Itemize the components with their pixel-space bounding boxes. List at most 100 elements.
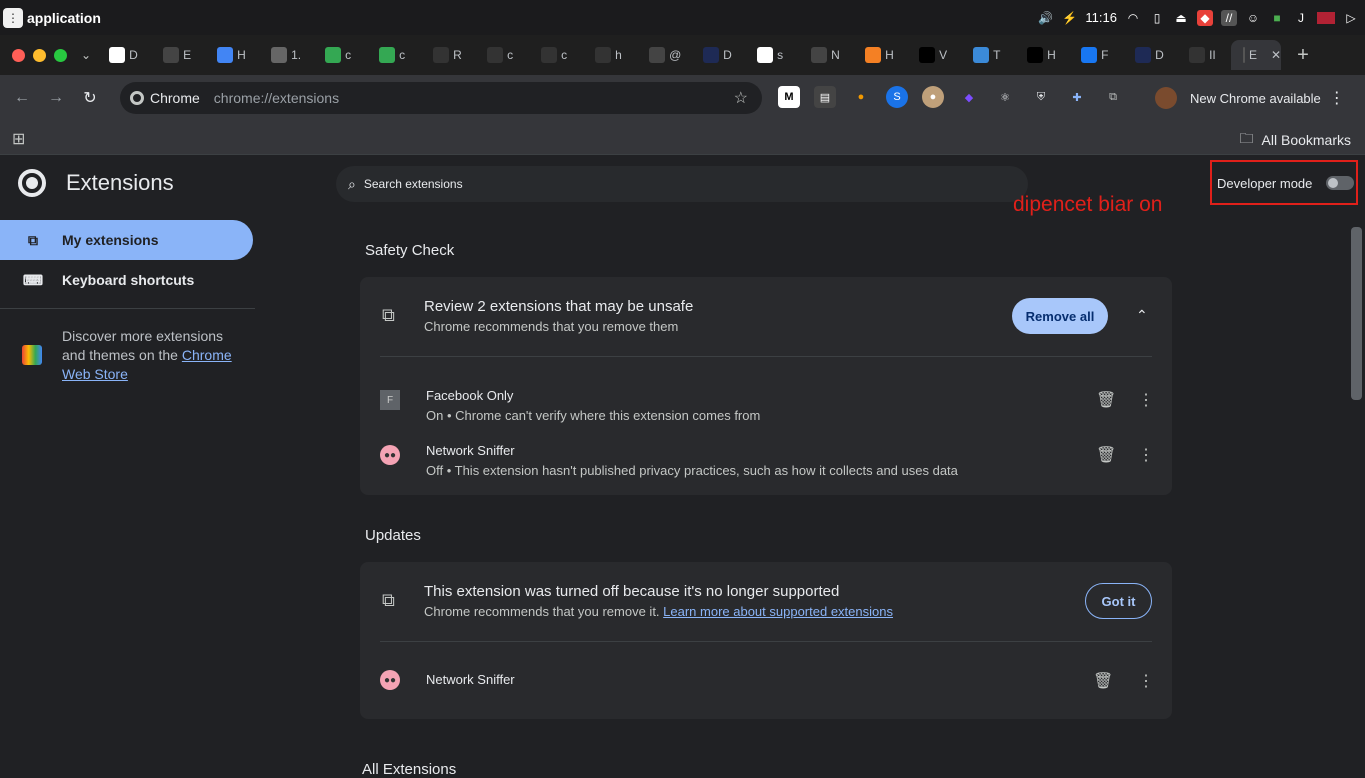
react-extension-icon[interactable]: ⚛	[994, 86, 1016, 108]
bookmark-star-icon[interactable]: ☆	[734, 88, 748, 108]
more-options-icon[interactable]: ⋮	[1138, 390, 1154, 410]
remove-all-button[interactable]: Remove all	[1012, 298, 1108, 334]
tab-6[interactable]: R	[421, 40, 475, 70]
sidebar-item-my-extensions[interactable]: ⧉ My extensions	[0, 220, 253, 260]
chrome-icon	[379, 47, 396, 63]
close-tab-icon[interactable]: ✕	[1271, 48, 1281, 62]
trash-icon[interactable]: 🗑	[1096, 390, 1116, 410]
shield-extension-icon[interactable]: ⛨	[1030, 86, 1052, 108]
puzzle-icon: ⧉	[382, 590, 395, 610]
scrollbar[interactable]	[1351, 227, 1362, 400]
app-tray-icon[interactable]: //	[1221, 9, 1237, 26]
tab-3[interactable]: 1.	[259, 40, 313, 70]
webstore-icon	[22, 345, 42, 365]
power-icon[interactable]: ▷	[1343, 10, 1359, 26]
r-icon	[109, 47, 126, 63]
tab-13[interactable]: N	[799, 40, 853, 70]
tray-hook-icon[interactable]: J	[1293, 10, 1309, 26]
tab-7[interactable]: c	[475, 40, 529, 70]
purple-extension-icon[interactable]: ◆	[958, 86, 980, 108]
app-launcher-icon[interactable]: ⋮	[3, 7, 23, 28]
copy-extension-icon[interactable]: ▤	[814, 86, 836, 108]
more-options-icon[interactable]: ⋮	[1138, 671, 1154, 691]
search-extensions-input[interactable]: ⌕ Search extensions	[336, 166, 1028, 202]
apps-grid-icon[interactable]: ⊞	[12, 129, 25, 149]
tab-4[interactable]: c	[313, 40, 367, 70]
medium-extension-icon[interactable]: M	[778, 86, 800, 108]
tab-2[interactable]: H	[205, 40, 259, 70]
app-name: application	[27, 9, 101, 26]
clock[interactable]: 11:16	[1085, 10, 1117, 25]
forward-button[interactable]: →	[44, 86, 68, 110]
discord-icon[interactable]: ☺	[1245, 10, 1261, 26]
chrome-icon	[130, 91, 144, 105]
puzzle-extension-icon[interactable]: ✚	[1066, 86, 1088, 108]
new-tab-button[interactable]: +	[1297, 44, 1309, 67]
tab-8[interactable]: c	[529, 40, 583, 70]
eject-icon[interactable]: ⏏	[1173, 10, 1189, 26]
globe-icon	[271, 47, 288, 63]
tab-label: T	[993, 48, 1001, 62]
kebab-menu-icon[interactable]: ⋮	[1329, 88, 1345, 108]
extension-f-icon: F	[380, 390, 400, 410]
tab-search-icon[interactable]: ⌄	[81, 48, 91, 62]
sidebar-item-keyboard-shortcuts[interactable]: ⌨ Keyboard shortcuts	[0, 260, 253, 300]
clipboard-icon[interactable]: ▯	[1149, 10, 1165, 26]
tab-18[interactable]: F	[1069, 40, 1123, 70]
extension-name: Network Sniffer	[426, 672, 515, 687]
learn-more-link[interactable]: Learn more about supported extensions	[663, 604, 893, 619]
tray-box-icon[interactable]: ■	[1269, 10, 1285, 26]
trash-icon[interactable]: 🗑	[1093, 671, 1113, 691]
tab-21[interactable]: E ✕	[1231, 40, 1282, 70]
safety-card-title: Review 2 extensions that may be unsafe	[424, 298, 694, 315]
developer-mode-toggle[interactable]	[1326, 176, 1354, 190]
developer-mode-label: Developer mode	[1217, 176, 1313, 191]
anydesk-icon[interactable]: ◆	[1197, 9, 1213, 26]
tab-label: s	[777, 48, 784, 62]
minimize-window-button[interactable]	[33, 48, 46, 62]
url-text[interactable]: chrome://extensions	[214, 90, 339, 106]
tab-10[interactable]: @	[637, 40, 691, 70]
close-window-button[interactable]	[12, 48, 25, 62]
orange-extension-icon[interactable]: ●	[850, 86, 872, 108]
trash-icon[interactable]: 🗑	[1096, 445, 1116, 465]
tab-19[interactable]: D	[1123, 40, 1177, 70]
tab-label: @	[669, 48, 682, 62]
maximize-window-button[interactable]	[54, 48, 67, 62]
cookie-extension-icon[interactable]: ●	[922, 86, 944, 108]
tab-label: D	[723, 48, 732, 62]
wifi-icon[interactable]: ◠	[1125, 10, 1141, 26]
address-bar[interactable]: Chrome chrome://extensions ☆	[120, 82, 762, 114]
back-button[interactable]: ←	[10, 86, 34, 110]
tab-label: H	[1047, 48, 1056, 62]
all-bookmarks-button[interactable]: 🗀 All Bookmarks	[1240, 128, 1351, 152]
tab-9[interactable]: h	[583, 40, 637, 70]
site-chip[interactable]: Chrome	[130, 90, 200, 106]
tab-15[interactable]: V	[907, 40, 961, 70]
tab-20[interactable]: II	[1177, 40, 1231, 70]
tab-14[interactable]: H	[853, 40, 907, 70]
got-it-button[interactable]: Got it	[1085, 583, 1152, 619]
tab-17[interactable]: H	[1015, 40, 1069, 70]
tab-5[interactable]: c	[367, 40, 421, 70]
tab-label: h	[615, 48, 622, 62]
card-divider	[380, 641, 1152, 642]
volume-icon[interactable]: 🔊	[1037, 10, 1053, 26]
tab-0[interactable]: D	[97, 40, 151, 70]
more-options-icon[interactable]: ⋮	[1138, 445, 1154, 465]
medium-icon	[1027, 47, 1044, 63]
reload-button[interactable]: ↻	[78, 86, 102, 110]
blue-s-extension-icon[interactable]: S	[886, 86, 908, 108]
tab-11[interactable]: D	[691, 40, 745, 70]
us-flag-icon[interactable]	[1317, 11, 1335, 24]
new-chrome-button[interactable]: New Chrome available ⋮	[1190, 83, 1345, 113]
tab-16[interactable]: T	[961, 40, 1015, 70]
tab-1[interactable]: E	[151, 40, 205, 70]
battery-icon[interactable]: ⚡	[1061, 10, 1077, 26]
extensions-menu-icon[interactable]: ⧉	[1102, 86, 1124, 108]
annotation-text: dipencet biar on	[1013, 193, 1163, 216]
google-icon	[757, 47, 774, 63]
chevron-up-icon[interactable]: ⌃	[1136, 307, 1148, 324]
tab-12[interactable]: s	[745, 40, 799, 70]
profile-avatar[interactable]	[1155, 87, 1177, 109]
